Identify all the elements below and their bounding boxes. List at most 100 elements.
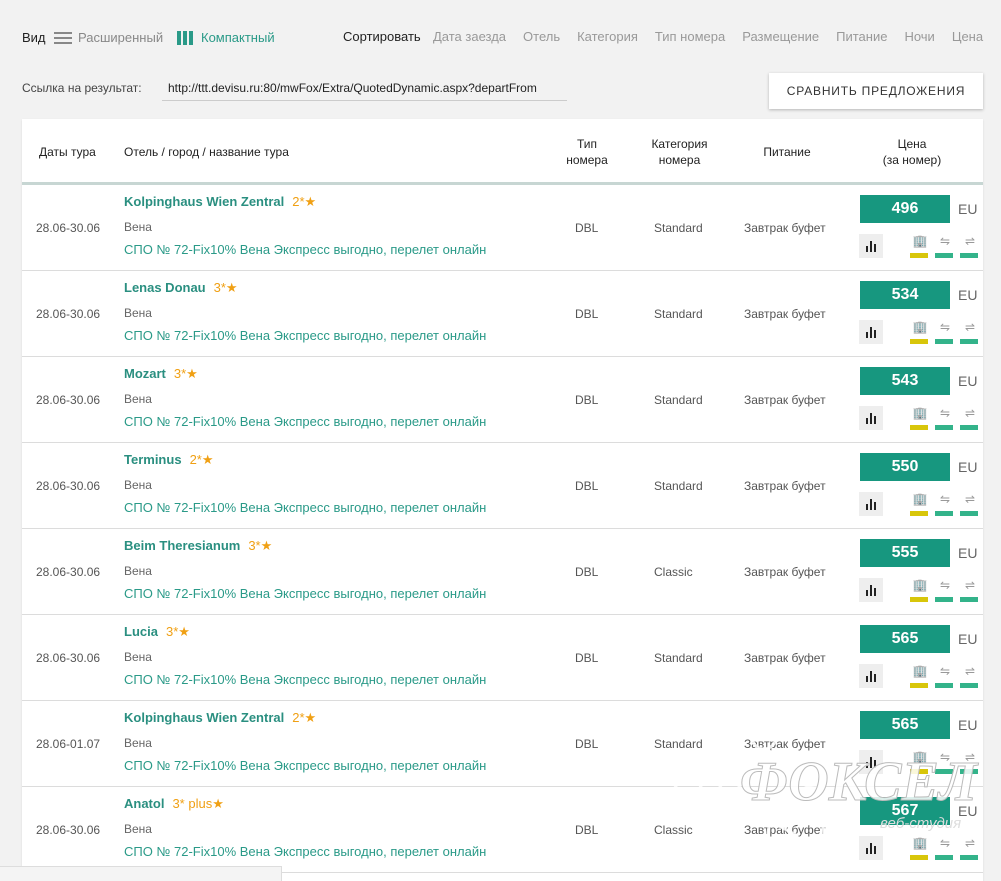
hotel-stars: 3*★ — [248, 538, 273, 553]
bar-chart-icon[interactable] — [859, 406, 883, 430]
hotel-stars: 3*★ — [165, 624, 190, 639]
hotel-name-link[interactable]: Mozart 3*★ — [124, 366, 198, 382]
tour-name-link[interactable]: СПО № 72-Fix10% Вена Экспресс выгодно, п… — [124, 758, 486, 773]
tour-name-link[interactable]: СПО № 72-Fix10% Вена Экспресс выгодно, п… — [124, 414, 486, 429]
price-button[interactable]: 496 — [860, 195, 950, 223]
bar-chart-icon[interactable] — [859, 750, 883, 774]
sort-by-meal[interactable]: Питание — [836, 29, 887, 44]
view-extended-option[interactable]: Расширенный — [54, 30, 163, 45]
hotel-icon[interactable]: 🏢 — [910, 835, 930, 861]
room-type: DBL — [575, 823, 599, 837]
arrow-left-icon[interactable]: ⇌ — [960, 491, 980, 517]
price-button[interactable]: 565 — [860, 625, 950, 653]
header-room-category-line2: номера — [658, 153, 701, 167]
result-link-input[interactable] — [162, 75, 567, 101]
bar-chart-icon[interactable] — [859, 664, 883, 688]
hotel-stars: 3*★ — [213, 280, 238, 295]
arrow-right-icon[interactable]: ⇋ — [935, 577, 955, 603]
hotel-name-link[interactable]: Anatol 3* plus★ — [124, 796, 224, 812]
room-category: Standard — [654, 221, 703, 235]
tour-dates: 28.06-01.07 — [36, 737, 101, 751]
city: Вена — [124, 736, 152, 750]
bar-chart-icon[interactable] — [859, 492, 883, 516]
arrow-left-icon[interactable]: ⇌ — [960, 405, 980, 431]
sort-options: Дата заезда Отель Категория Тип номера Р… — [433, 29, 983, 44]
bar-chart-icon[interactable] — [859, 836, 883, 860]
sort-by-category[interactable]: Категория — [577, 29, 638, 44]
price-button[interactable]: 565 — [860, 711, 950, 739]
price-button[interactable]: 550 — [860, 453, 950, 481]
tour-name-link[interactable]: СПО № 72-Fix10% Вена Экспресс выгодно, п… — [124, 500, 486, 515]
hotel-icon[interactable]: 🏢 — [910, 491, 930, 517]
arrow-right-icon[interactable]: ⇋ — [935, 319, 955, 345]
price-button[interactable]: 567 — [860, 797, 950, 825]
table-row: 28.06-30.06 Kolpinghaus Wien Zentral 2*★ Ве… — [22, 185, 983, 271]
currency: EU — [958, 545, 978, 561]
price-button[interactable]: 543 — [860, 367, 950, 395]
meal-plan: Завтрак буфет — [744, 823, 826, 837]
arrow-right-icon[interactable]: ⇋ — [935, 663, 955, 689]
price-button[interactable]: 534 — [860, 281, 950, 309]
hotel-icon[interactable]: 🏢 — [910, 233, 930, 259]
results-table: Даты тура Отель / город / название тура … — [22, 119, 983, 881]
tour-name-link[interactable]: СПО № 72-Fix10% Вена Экспресс выгодно, п… — [124, 844, 486, 859]
tour-name-link[interactable]: СПО № 72-Fix10% Вена Экспресс выгодно, п… — [124, 242, 486, 257]
hotel-name-link[interactable]: Kolpinghaus Wien Zentral 2*★ — [124, 194, 316, 210]
arrow-left-icon[interactable]: ⇌ — [960, 663, 980, 689]
view-compact-option[interactable]: Компактный — [177, 30, 275, 45]
table-row: 28.06-30.06 Terminus 2*★ Вена СПО № 72-Fix10… — [22, 443, 983, 529]
table-row: 28.06-30.06 Lenas Donau 3*★ Вена СПО № 72-Fi… — [22, 271, 983, 357]
arrow-left-icon[interactable]: ⇌ — [960, 233, 980, 259]
hotel-name-link[interactable]: Beim Theresianum 3*★ — [124, 538, 272, 554]
hotel-icon[interactable]: 🏢 — [910, 749, 930, 775]
tour-dates: 28.06-30.06 — [36, 393, 101, 407]
sort-by-date[interactable]: Дата заезда — [433, 29, 506, 44]
arrow-left-icon[interactable]: ⇌ — [960, 835, 980, 861]
hotel-icon[interactable]: 🏢 — [910, 319, 930, 345]
currency: EU — [958, 459, 978, 475]
bar-chart-icon[interactable] — [859, 234, 883, 258]
arrow-right-icon[interactable]: ⇋ — [935, 233, 955, 259]
tour-name-link[interactable]: СПО № 72-Fix10% Вена Экспресс выгодно, п… — [124, 672, 486, 687]
hotel-stars: 3*★ — [173, 366, 198, 381]
hotel-name-link[interactable]: Kolpinghaus Wien Zentral 2*★ — [124, 710, 316, 726]
tour-dates: 28.06-30.06 — [36, 307, 101, 321]
bar-chart-icon[interactable] — [859, 578, 883, 602]
hotel-name-link[interactable]: Lenas Donau 3*★ — [124, 280, 238, 296]
arrow-left-icon[interactable]: ⇌ — [960, 319, 980, 345]
hotel-stars: 2*★ — [292, 710, 317, 725]
bar-chart-icon[interactable] — [859, 320, 883, 344]
arrow-right-icon[interactable]: ⇋ — [935, 491, 955, 517]
hotel-name: Mozart — [124, 366, 166, 381]
arrow-right-icon[interactable]: ⇋ — [935, 405, 955, 431]
arrow-right-icon[interactable]: ⇋ — [935, 749, 955, 775]
hotel-icon[interactable]: 🏢 — [910, 663, 930, 689]
sort-by-nights[interactable]: Ночи — [904, 29, 934, 44]
columns-icon — [177, 30, 195, 45]
sort-by-hotel[interactable]: Отель — [523, 29, 560, 44]
city: Вена — [124, 220, 152, 234]
hotel-icon[interactable]: 🏢 — [910, 405, 930, 431]
meal-plan: Завтрак буфет — [744, 565, 826, 579]
hotel-name-link[interactable]: Terminus 2*★ — [124, 452, 214, 468]
hotel-name-link[interactable]: Lucia 3*★ — [124, 624, 190, 640]
arrow-right-icon[interactable]: ⇋ — [935, 835, 955, 861]
meal-plan: Завтрак буфет — [744, 221, 826, 235]
tour-name-link[interactable]: СПО № 72-Fix10% Вена Экспресс выгодно, п… — [124, 586, 486, 601]
arrow-left-icon[interactable]: ⇌ — [960, 749, 980, 775]
arrow-left-icon[interactable]: ⇌ — [960, 577, 980, 603]
view-extended-label: Расширенный — [78, 30, 164, 45]
currency: EU — [958, 373, 978, 389]
sort-by-room-type[interactable]: Тип номера — [655, 29, 725, 44]
currency: EU — [958, 201, 978, 217]
compare-offers-button[interactable]: СРАВНИТЬ ПРЕДЛОЖЕНИЯ — [769, 73, 983, 109]
city: Вена — [124, 822, 152, 836]
horizontal-scrollbar[interactable] — [0, 866, 282, 881]
tour-name-link[interactable]: СПО № 72-Fix10% Вена Экспресс выгодно, п… — [124, 328, 486, 343]
sort-by-accommodation[interactable]: Размещение — [742, 29, 819, 44]
table-row: 28.06-30.06 Mozart 3*★ Вена СПО № 72-Fix10% … — [22, 357, 983, 443]
meal-plan: Завтрак буфет — [744, 393, 826, 407]
sort-by-price[interactable]: Цена — [952, 29, 983, 44]
hotel-icon[interactable]: 🏢 — [910, 577, 930, 603]
price-button[interactable]: 555 — [860, 539, 950, 567]
